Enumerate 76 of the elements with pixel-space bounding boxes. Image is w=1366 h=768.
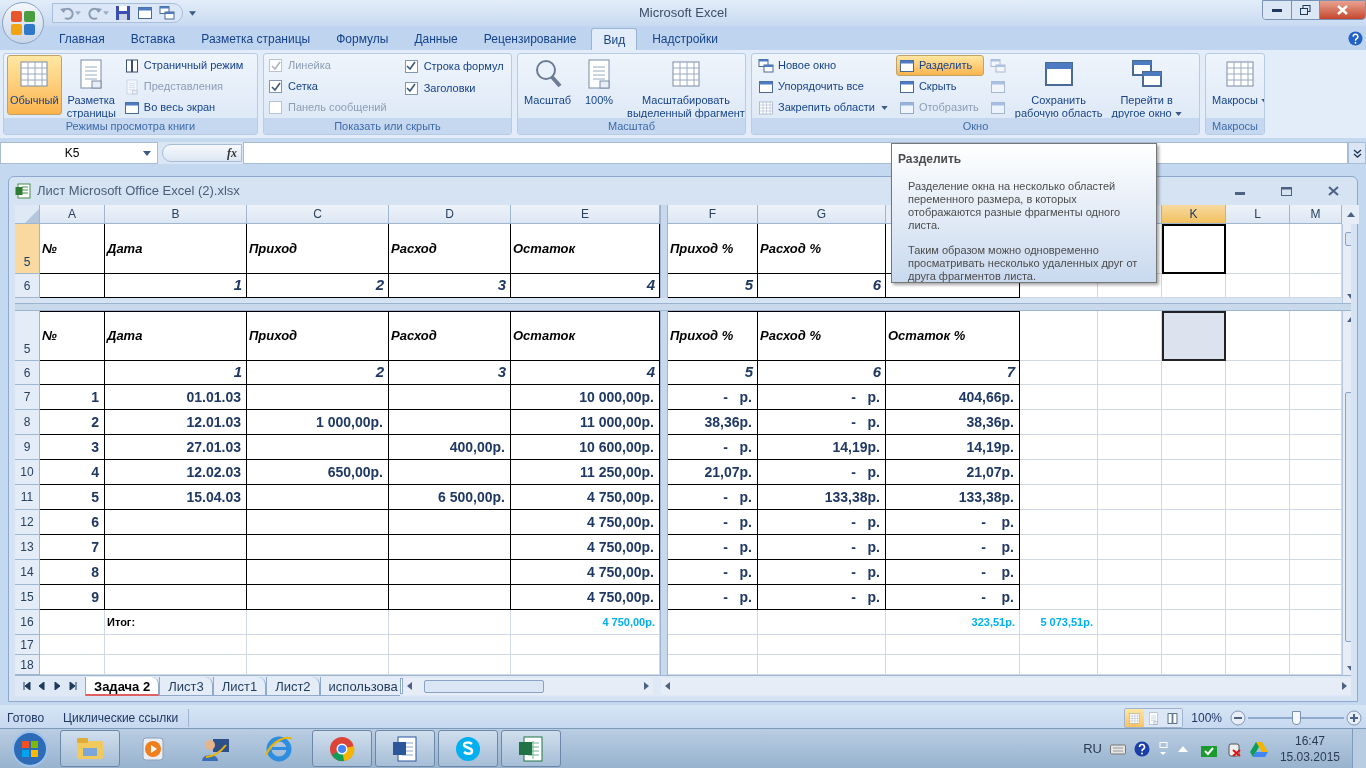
status-text: Циклические ссылки <box>56 709 190 727</box>
status-text: Готово <box>6 710 46 727</box>
ribbon-tab[interactable]: Рецензирование <box>472 28 588 50</box>
column-header[interactable]: G <box>758 205 886 224</box>
workbook-title: Лист Microsoft Office Excel (2).xlsx <box>37 182 240 201</box>
language-indicator[interactable]: RU <box>1083 738 1102 759</box>
row-header[interactable]: 11 <box>15 485 40 510</box>
row-header[interactable]: 10 <box>15 460 40 485</box>
column-header[interactable]: K <box>1162 205 1226 224</box>
table-cell: 3 <box>389 274 511 298</box>
ribbon-tab[interactable]: Разметка страницы <box>190 28 322 50</box>
tooltip-title: Разделить <box>898 151 963 168</box>
row-header[interactable]: 14 <box>15 560 40 585</box>
ribbon-button[interactable]: Страничный режим <box>120 55 249 76</box>
checkbox[interactable]: Строка формул <box>402 55 504 77</box>
column-header[interactable]: B <box>105 205 247 224</box>
sheet-tab[interactable]: использова <box>319 677 400 696</box>
ribbon-button[interactable]: Упорядочить все <box>755 76 893 97</box>
ribbon-button[interactable]: Новое окно <box>755 55 893 76</box>
table-cell: 1 <box>105 274 247 298</box>
row-header[interactable]: 15 <box>15 585 40 610</box>
column-header[interactable]: F <box>668 205 758 224</box>
ribbon-tab[interactable]: Вставка <box>119 28 187 50</box>
row-header[interactable]: 7 <box>15 385 40 410</box>
row-header[interactable]: 12 <box>15 510 40 535</box>
sheet-tab[interactable]: Лист1 <box>212 677 267 696</box>
ribbon-tab[interactable]: Данные <box>403 28 469 50</box>
ribbon-button[interactable]: Во весь экран <box>120 97 249 118</box>
row-header[interactable]: 8 <box>15 410 40 435</box>
ribbon-tab[interactable]: Надстройки <box>641 28 729 50</box>
sheet-tab[interactable]: Задача 2 <box>85 677 160 696</box>
ribbon-button[interactable]: Масштаб <box>521 55 575 115</box>
row-header[interactable]: 5 <box>15 224 40 274</box>
column-header[interactable]: M <box>1290 205 1342 224</box>
ribbon-tab[interactable]: Вид <box>591 28 638 50</box>
row-header[interactable]: 6 <box>15 274 40 298</box>
name-box[interactable]: K5 <box>0 142 158 164</box>
tooltip-text: Разделение окна на несколько областей переменного размера, в которых отображаются разные фрагменты одного листа. <box>907 180 1122 232</box>
table-cell: 5 <box>668 274 758 298</box>
sheet-tab[interactable]: Лист2 <box>266 677 320 696</box>
row-header[interactable]: 16 <box>15 610 40 635</box>
column-header[interactable]: L <box>1226 205 1290 224</box>
group-label: Макросы <box>1206 118 1264 134</box>
table-cell: 2 <box>247 274 389 298</box>
row-header[interactable]: 5 <box>15 311 40 361</box>
group-label: Режимы просмотра книги <box>4 118 257 134</box>
sheet-tab[interactable]: Лист3 <box>159 677 213 696</box>
ribbon-tab[interactable]: Главная <box>48 28 116 50</box>
ribbon-button[interactable]: Макросы <box>1209 55 1264 115</box>
group-label: Окно <box>752 118 1199 134</box>
row-header[interactable]: 13 <box>15 535 40 560</box>
clock-time[interactable]: 16:47 <box>1294 732 1325 749</box>
checkbox[interactable]: Сетка <box>267 76 387 97</box>
row-header[interactable]: 17 <box>15 635 40 655</box>
window-title: Microsoft Excel <box>637 4 729 23</box>
ribbon-button[interactable]: Закрепить области <box>755 97 893 118</box>
column-header[interactable]: D <box>389 205 511 224</box>
checkbox[interactable]: Заголовки <box>402 77 504 99</box>
clock-date[interactable]: 15.03.2015 <box>1279 748 1340 765</box>
column-header[interactable]: A <box>40 205 105 224</box>
ribbon-button[interactable]: 100% <box>580 55 619 115</box>
ribbon-tab[interactable]: Формулы <box>325 28 400 50</box>
table-cell: 6 <box>758 274 886 298</box>
zoom-level: 100% <box>1191 710 1222 727</box>
column-header[interactable]: E <box>511 205 660 224</box>
tooltip-text: Таким образом можно одновременно просматривать несколько удаленных друг от друга фрагментов листа. <box>907 244 1139 283</box>
ribbon-button[interactable]: Скрыть <box>895 76 984 97</box>
column-header[interactable]: C <box>247 205 389 224</box>
group-label: Масштаб <box>518 118 745 134</box>
row-header[interactable]: 9 <box>15 435 40 460</box>
row-header[interactable]: 18 <box>15 655 40 675</box>
group-label: Показать или скрыть <box>264 118 511 134</box>
ribbon-button[interactable]: Обычный <box>7 55 62 115</box>
row-header[interactable]: 6 <box>15 361 40 385</box>
function-button[interactable]: fx <box>227 144 237 162</box>
ribbon-button[interactable]: Разделить <box>895 55 984 76</box>
